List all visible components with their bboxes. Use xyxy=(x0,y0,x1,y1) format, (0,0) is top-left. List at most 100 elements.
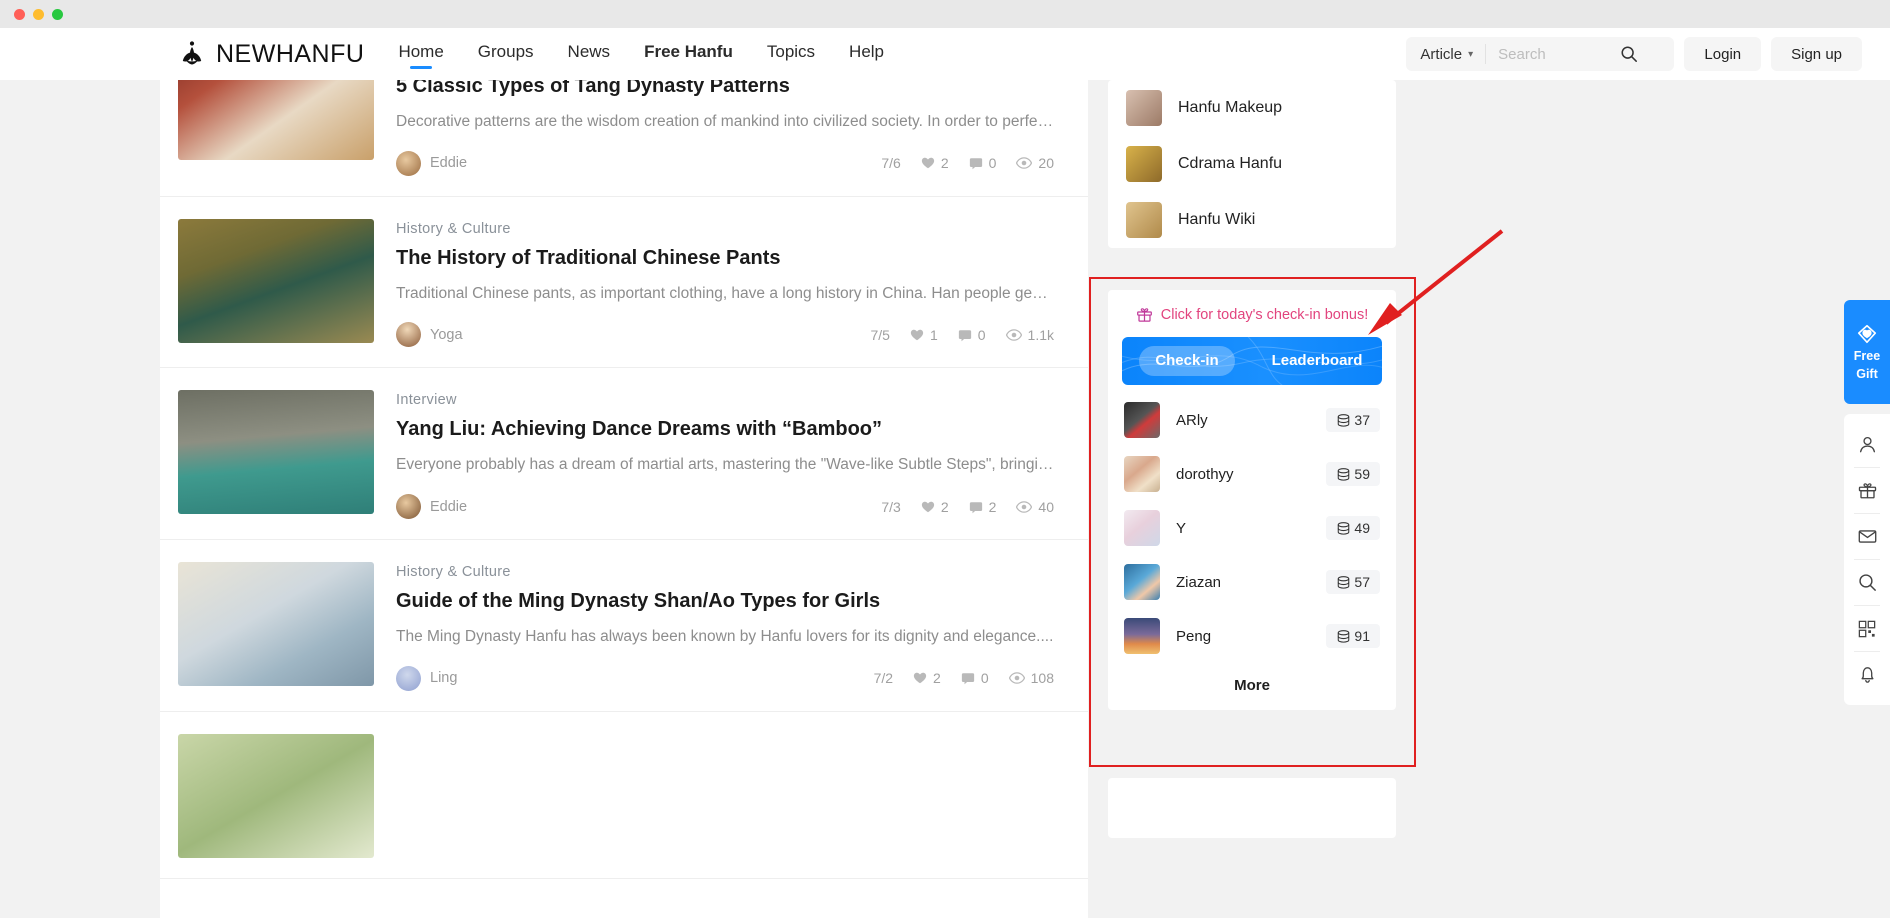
leaderboard-username: dorothyy xyxy=(1176,466,1234,483)
brand-name: NEWHANFU xyxy=(216,40,364,69)
article-card[interactable] xyxy=(160,712,1088,879)
rail-search-button[interactable] xyxy=(1844,560,1890,605)
sidebar-item-hanfu-makeup[interactable]: Hanfu Makeup xyxy=(1108,80,1396,136)
article-category[interactable]: History & Culture xyxy=(396,564,1054,580)
avatar[interactable] xyxy=(396,666,421,691)
gift-box-icon xyxy=(1857,480,1878,501)
login-button[interactable]: Login xyxy=(1684,37,1761,71)
leaderboard-username: Ziazan xyxy=(1176,574,1221,591)
nav-item-help[interactable]: Help xyxy=(849,42,884,67)
leaderboard-score: 49 xyxy=(1326,516,1380,540)
topic-thumbnail xyxy=(1126,90,1162,126)
like-stat: 2 xyxy=(921,155,949,171)
comment-count: 0 xyxy=(989,155,997,171)
nav-item-groups[interactable]: Groups xyxy=(478,42,534,67)
leaderboard-row[interactable]: Ziazan 57 xyxy=(1108,555,1396,609)
nav-item-topics[interactable]: Topics xyxy=(767,42,815,67)
article-author[interactable]: Yoga xyxy=(430,327,463,343)
sidebar-item-cdrama-hanfu[interactable]: Cdrama Hanfu xyxy=(1108,136,1396,192)
chevron-down-icon: ▾ xyxy=(1468,49,1473,60)
nav-item-home[interactable]: Home xyxy=(398,42,443,67)
avatar[interactable] xyxy=(1124,456,1160,492)
signup-button[interactable]: Sign up xyxy=(1771,37,1862,71)
coin-stack-icon xyxy=(1336,575,1351,590)
avatar[interactable] xyxy=(1124,402,1160,438)
article-category[interactable]: Interview xyxy=(396,392,1054,408)
article-date: 7/2 xyxy=(874,670,893,686)
avatar[interactable] xyxy=(1124,510,1160,546)
rail-gift-button[interactable] xyxy=(1844,468,1890,513)
nav-item-free-hanfu[interactable]: Free Hanfu xyxy=(644,42,733,67)
comment-count: 0 xyxy=(978,327,986,343)
like-stat: 1 xyxy=(910,327,938,343)
diamond-gift-icon xyxy=(1856,323,1878,345)
brand-logo[interactable]: NEWHANFU xyxy=(178,40,364,69)
checkin-banner-label: Click for today's check-in bonus! xyxy=(1161,307,1368,323)
article-card[interactable]: History & Culture Guide of the Ming Dyna… xyxy=(160,540,1088,712)
avatar[interactable] xyxy=(1124,618,1160,654)
sidebar-bottom-card xyxy=(1108,778,1396,838)
article-author[interactable]: Eddie xyxy=(430,499,467,515)
close-window-button[interactable] xyxy=(14,9,25,20)
article-card[interactable]: History & Culture The History of Traditi… xyxy=(160,197,1088,369)
coin-stack-icon xyxy=(1336,413,1351,428)
score-value: 37 xyxy=(1354,412,1370,428)
article-category[interactable]: History & Culture xyxy=(396,221,1054,237)
tab-check-in[interactable]: Check-in xyxy=(1122,346,1252,376)
avatar[interactable] xyxy=(396,494,421,519)
topic-thumbnail xyxy=(1126,202,1162,238)
heart-icon xyxy=(921,500,935,514)
like-count: 1 xyxy=(930,327,938,343)
article-author[interactable]: Eddie xyxy=(430,155,467,171)
maximize-window-button[interactable] xyxy=(52,9,63,20)
article-card[interactable]: Interview Yang Liu: Achieving Dance Drea… xyxy=(160,368,1088,540)
avatar[interactable] xyxy=(396,151,421,176)
leaderboard-row[interactable]: Peng 91 xyxy=(1108,609,1396,663)
article-date: 7/3 xyxy=(881,499,900,515)
score-value: 49 xyxy=(1354,520,1370,536)
rail-notifications-button[interactable] xyxy=(1844,652,1890,697)
avatar[interactable] xyxy=(1124,564,1160,600)
search-submit-button[interactable] xyxy=(1614,39,1644,69)
search-icon xyxy=(1857,572,1878,593)
article-thumbnail[interactable] xyxy=(178,219,374,343)
nav-item-news[interactable]: News xyxy=(568,42,611,67)
checkin-bonus-banner[interactable]: Click for today's check-in bonus! xyxy=(1108,304,1396,337)
page-canvas: NEWHANFU Home Groups News Free Hanfu Top… xyxy=(0,28,1890,918)
article-author[interactable]: Ling xyxy=(430,670,457,686)
article-thumbnail[interactable] xyxy=(178,390,374,514)
search-input[interactable] xyxy=(1486,46,1614,63)
view-count: 40 xyxy=(1038,499,1054,515)
rail-qrcode-button[interactable] xyxy=(1844,606,1890,651)
rail-button-list xyxy=(1844,414,1890,705)
leaderboard-row[interactable]: ARly 37 xyxy=(1108,393,1396,447)
article-title[interactable]: Guide of the Ming Dynasty Shan/Ao Types … xyxy=(396,589,1054,614)
comment-icon xyxy=(969,500,983,514)
view-count: 108 xyxy=(1031,670,1054,686)
rail-messages-button[interactable] xyxy=(1844,514,1890,559)
minimize-window-button[interactable] xyxy=(33,9,44,20)
like-stat: 2 xyxy=(913,670,941,686)
article-title[interactable]: Yang Liu: Achieving Dance Dreams with “B… xyxy=(396,417,1054,442)
leaderboard-more-button[interactable]: More xyxy=(1108,663,1396,710)
rail-profile-button[interactable] xyxy=(1844,422,1890,467)
sidebar-item-label: Cdrama Hanfu xyxy=(1178,155,1282,173)
leaderboard-score: 91 xyxy=(1326,624,1380,648)
article-date: 7/5 xyxy=(870,327,889,343)
article-thumbnail[interactable] xyxy=(178,562,374,686)
tab-leaderboard[interactable]: Leaderboard xyxy=(1252,346,1382,376)
score-value: 91 xyxy=(1354,628,1370,644)
leaderboard-row[interactable]: dorothyy 59 xyxy=(1108,447,1396,501)
article-title[interactable]: The History of Traditional Chinese Pants xyxy=(396,246,1054,271)
window-controls xyxy=(0,9,63,20)
sidebar-item-hanfu-wiki[interactable]: Hanfu Wiki xyxy=(1108,192,1396,248)
comment-count: 2 xyxy=(989,499,997,515)
gift-icon xyxy=(1136,306,1153,323)
leaderboard-row[interactable]: Y 49 xyxy=(1108,501,1396,555)
article-thumbnail[interactable] xyxy=(178,734,374,858)
avatar[interactable] xyxy=(396,322,421,347)
user-icon xyxy=(1857,434,1878,455)
search-category-select[interactable]: Article ▾ xyxy=(1420,44,1486,64)
free-gift-button[interactable]: Free Gift xyxy=(1844,300,1890,404)
free-gift-label-line2: Gift xyxy=(1856,367,1878,381)
